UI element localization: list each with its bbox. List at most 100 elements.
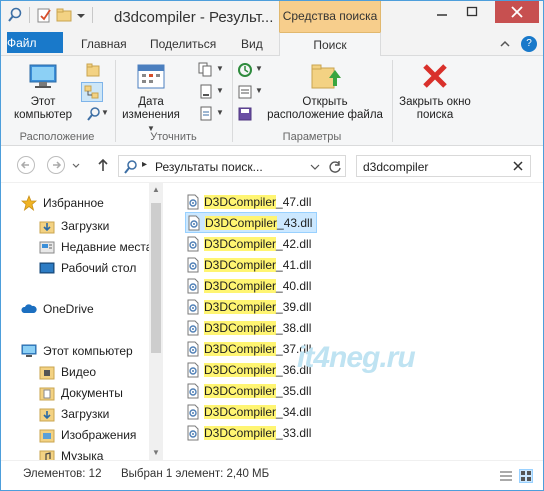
nav-label: Недавние места xyxy=(61,240,153,254)
window-title: d3dcompiler - Результ... xyxy=(114,9,274,26)
properties-icon[interactable] xyxy=(36,7,52,23)
details-view-icon[interactable] xyxy=(499,469,513,483)
file-item[interactable]: D3DCompiler_40.dll xyxy=(185,275,315,296)
dll-file-icon xyxy=(185,383,201,399)
watermark: it4neg.ru xyxy=(297,341,416,374)
search-input[interactable]: d3dcompiler xyxy=(363,160,428,174)
file-name: D3DCompiler_39.dll xyxy=(204,299,311,314)
status-bar: Элементов: 12 Выбран 1 элемент: 2,40 МБ xyxy=(1,460,543,490)
item-count: Элементов: 12 xyxy=(23,468,102,480)
size-icon[interactable] xyxy=(198,84,214,100)
group-location-label: Расположение xyxy=(19,131,95,143)
nav-item-recent[interactable]: Недавние места xyxy=(39,237,152,257)
this-pc-button[interactable]: Этот компьютер xyxy=(11,60,75,122)
refresh-icon[interactable] xyxy=(327,159,343,175)
file-item[interactable]: D3DCompiler_42.dll xyxy=(185,233,315,254)
nav-label: Видео xyxy=(61,365,97,379)
recent-searches-icon[interactable] xyxy=(237,62,253,78)
folder-icon[interactable] xyxy=(85,62,101,78)
nav-item-this-pc[interactable]: Этот компьютер xyxy=(21,341,133,361)
file-name-match: D3DCompiler xyxy=(204,257,277,272)
other-properties-icon[interactable] xyxy=(198,106,214,122)
tab-view[interactable]: Вид xyxy=(229,32,275,56)
dll-file-icon xyxy=(185,194,201,210)
kind-icon[interactable] xyxy=(198,62,214,78)
date-modified-label: Дата изменения ▼ xyxy=(122,96,180,133)
tab-home[interactable]: Главная xyxy=(69,32,139,56)
nav-item-favorites[interactable]: Избранное xyxy=(20,193,104,213)
collapse-ribbon-icon[interactable] xyxy=(497,36,513,52)
chevron-down-icon[interactable] xyxy=(76,7,86,23)
minimize-button[interactable] xyxy=(429,1,455,23)
file-name-rest: _42.dll xyxy=(276,236,312,251)
dll-file-icon xyxy=(185,320,201,336)
tab-search[interactable]: Поиск xyxy=(279,32,381,57)
chevron-down-icon[interactable]: ▼ xyxy=(216,64,224,73)
nav-item-downloads[interactable]: Загрузки xyxy=(39,216,109,236)
maximize-button[interactable] xyxy=(459,1,485,23)
date-modified-button[interactable]: Дата изменения ▼ xyxy=(120,60,182,135)
chevron-down-icon[interactable]: ▼ xyxy=(255,64,263,73)
file-item[interactable]: D3DCompiler_37.dll xyxy=(185,338,315,359)
tab-file[interactable]: Файл xyxy=(7,32,63,53)
chevron-down-icon[interactable] xyxy=(309,159,321,175)
chevron-down-icon[interactable]: ▼ xyxy=(216,86,224,95)
address-bar[interactable]: ▸ Результаты поиск... xyxy=(118,155,346,177)
open-file-location-button[interactable]: Открыть расположение файла xyxy=(263,60,387,122)
dll-file-icon xyxy=(185,278,201,294)
group-location: Этот компьютер ▼ Расположение xyxy=(1,56,113,146)
scrollbar-thumb[interactable] xyxy=(151,203,161,353)
advanced-options-icon[interactable] xyxy=(237,84,253,100)
file-item[interactable]: D3DCompiler_47.dll xyxy=(185,191,315,212)
file-item[interactable]: D3DCompiler_41.dll xyxy=(185,254,315,275)
context-header-label: Средства поиска xyxy=(282,9,378,23)
subfolders-icon[interactable] xyxy=(81,82,103,102)
close-button[interactable] xyxy=(495,1,539,23)
file-item[interactable]: D3DCompiler_36.dll xyxy=(185,359,315,380)
star-icon xyxy=(20,194,38,212)
nav-item-desktop[interactable]: Рабочий стол xyxy=(39,258,136,278)
close-search-button[interactable]: Закрыть окно поиска xyxy=(397,60,473,122)
open-file-location-label: Открыть расположение файла xyxy=(267,96,383,121)
search-tools-context-header: Средства поиска xyxy=(279,1,381,32)
file-name: D3DCompiler_37.dll xyxy=(204,341,311,356)
large-icons-view-icon[interactable] xyxy=(519,469,533,483)
file-name-match: D3DCompiler xyxy=(204,362,277,377)
nav-item-documents[interactable]: Документы xyxy=(39,383,123,403)
ribbon-panel: Этот компьютер ▼ Расположение Дата измен… xyxy=(1,56,543,146)
nav-item-downloads-pc[interactable]: Загрузки xyxy=(39,404,109,424)
file-item[interactable]: D3DCompiler_33.dll xyxy=(185,422,315,443)
file-name-match: D3DCompiler xyxy=(204,320,277,335)
address-path: Результаты поиск... xyxy=(155,160,263,174)
computer-icon xyxy=(27,60,59,92)
nav-label: Изображения xyxy=(61,428,137,442)
file-list: D3DCompiler_47.dll D3DCompiler_43.dll D3DC… xyxy=(167,183,543,460)
nav-item-video[interactable]: Видео xyxy=(39,362,96,382)
file-item[interactable]: D3DCompiler_38.dll xyxy=(185,317,315,338)
chevron-down-icon[interactable]: ▼ xyxy=(101,108,109,117)
back-button[interactable] xyxy=(17,156,35,174)
help-icon[interactable]: ? xyxy=(521,36,537,52)
nav-item-onedrive[interactable]: OneDrive xyxy=(21,299,94,319)
clear-search-icon[interactable] xyxy=(512,160,524,172)
file-item[interactable]: D3DCompiler_39.dll xyxy=(185,296,315,317)
forward-button[interactable] xyxy=(47,156,65,174)
file-item[interactable]: D3DCompiler_34.dll xyxy=(185,401,315,422)
save-search-icon[interactable] xyxy=(237,106,253,122)
nav-item-images[interactable]: Изображения xyxy=(39,425,136,445)
chevron-down-icon[interactable]: ▼ xyxy=(255,86,263,95)
file-name-match: D3DCompiler xyxy=(204,341,277,356)
search-again-icon[interactable] xyxy=(85,106,101,122)
nav-scrollbar[interactable]: ▲ ▼ xyxy=(149,183,163,460)
file-item[interactable]: D3DCompiler_43.dll xyxy=(185,212,318,233)
selection-info: Выбран 1 элемент: 2,40 МБ xyxy=(121,468,270,480)
scroll-up-icon[interactable]: ▲ xyxy=(149,183,163,197)
new-folder-icon[interactable] xyxy=(56,7,72,23)
search-box[interactable]: d3dcompiler xyxy=(356,155,531,177)
file-item[interactable]: D3DCompiler_35.dll xyxy=(185,380,315,401)
up-arrow-icon[interactable] xyxy=(95,157,111,173)
tab-share[interactable]: Поделиться xyxy=(138,32,228,56)
chevron-down-icon[interactable] xyxy=(71,159,81,173)
chevron-down-icon[interactable]: ▼ xyxy=(216,108,224,117)
scroll-down-icon[interactable]: ▼ xyxy=(149,446,163,460)
